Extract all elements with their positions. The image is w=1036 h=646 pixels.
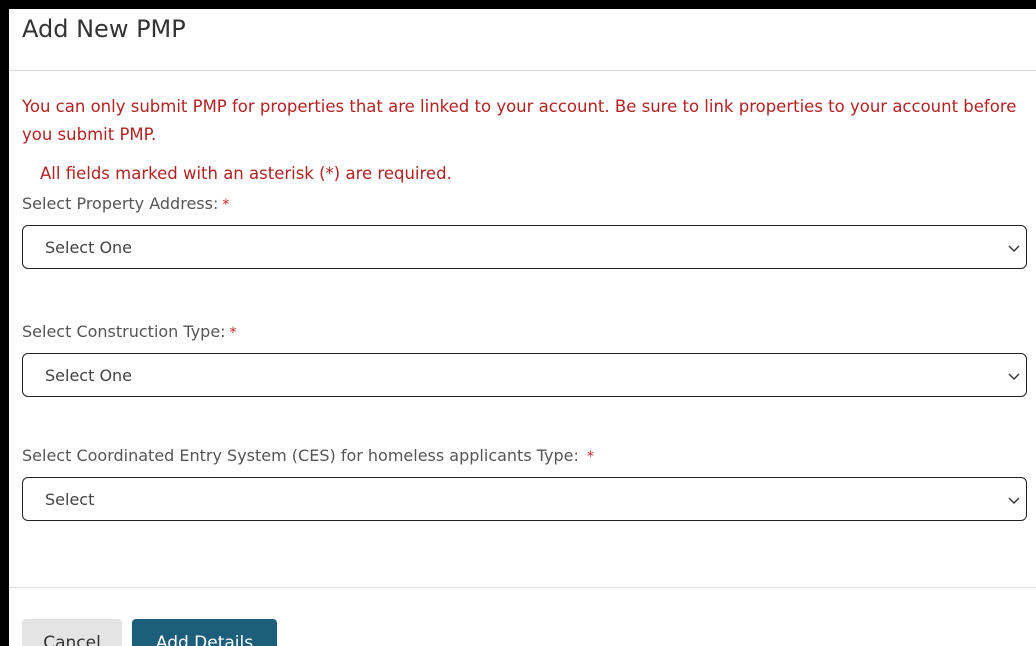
- chevron-down-icon: [1008, 497, 1020, 504]
- construction-type-label: Select Construction Type: *: [22, 322, 237, 341]
- required-asterisk: *: [586, 449, 594, 465]
- ces-type-value: Select: [45, 490, 95, 509]
- property-address-value: Select One: [45, 238, 133, 257]
- chevron-down-icon: [1008, 373, 1020, 380]
- add-pmp-modal: Add New PMP You can only submit PMP for …: [9, 9, 1036, 646]
- construction-type-select[interactable]: Select One: [22, 353, 1027, 397]
- ces-type-label: Select Coordinated Entry System (CES) fo…: [22, 446, 594, 465]
- property-address-select[interactable]: Select One: [22, 225, 1027, 269]
- warning-message: You can only submit PMP for properties t…: [22, 97, 1017, 144]
- required-fields-note: All fields marked with an asterisk (*) a…: [40, 164, 452, 183]
- footer-divider: [9, 587, 1036, 588]
- property-address-label-text: Select Property Address:: [22, 194, 219, 213]
- required-asterisk: *: [222, 197, 230, 213]
- construction-type-label-text: Select Construction Type:: [22, 322, 226, 341]
- cancel-button[interactable]: Cancel: [22, 619, 122, 646]
- header-divider: [9, 70, 1036, 71]
- add-details-button[interactable]: Add Details: [132, 619, 277, 646]
- construction-type-value: Select One: [45, 366, 133, 385]
- required-asterisk: *: [229, 325, 237, 341]
- ces-type-select[interactable]: Select: [22, 477, 1027, 521]
- ces-type-label-text: Select Coordinated Entry System (CES) fo…: [22, 446, 579, 465]
- property-address-label: Select Property Address: *: [22, 194, 229, 213]
- chevron-down-icon: [1008, 245, 1020, 252]
- modal-title: Add New PMP: [22, 15, 186, 43]
